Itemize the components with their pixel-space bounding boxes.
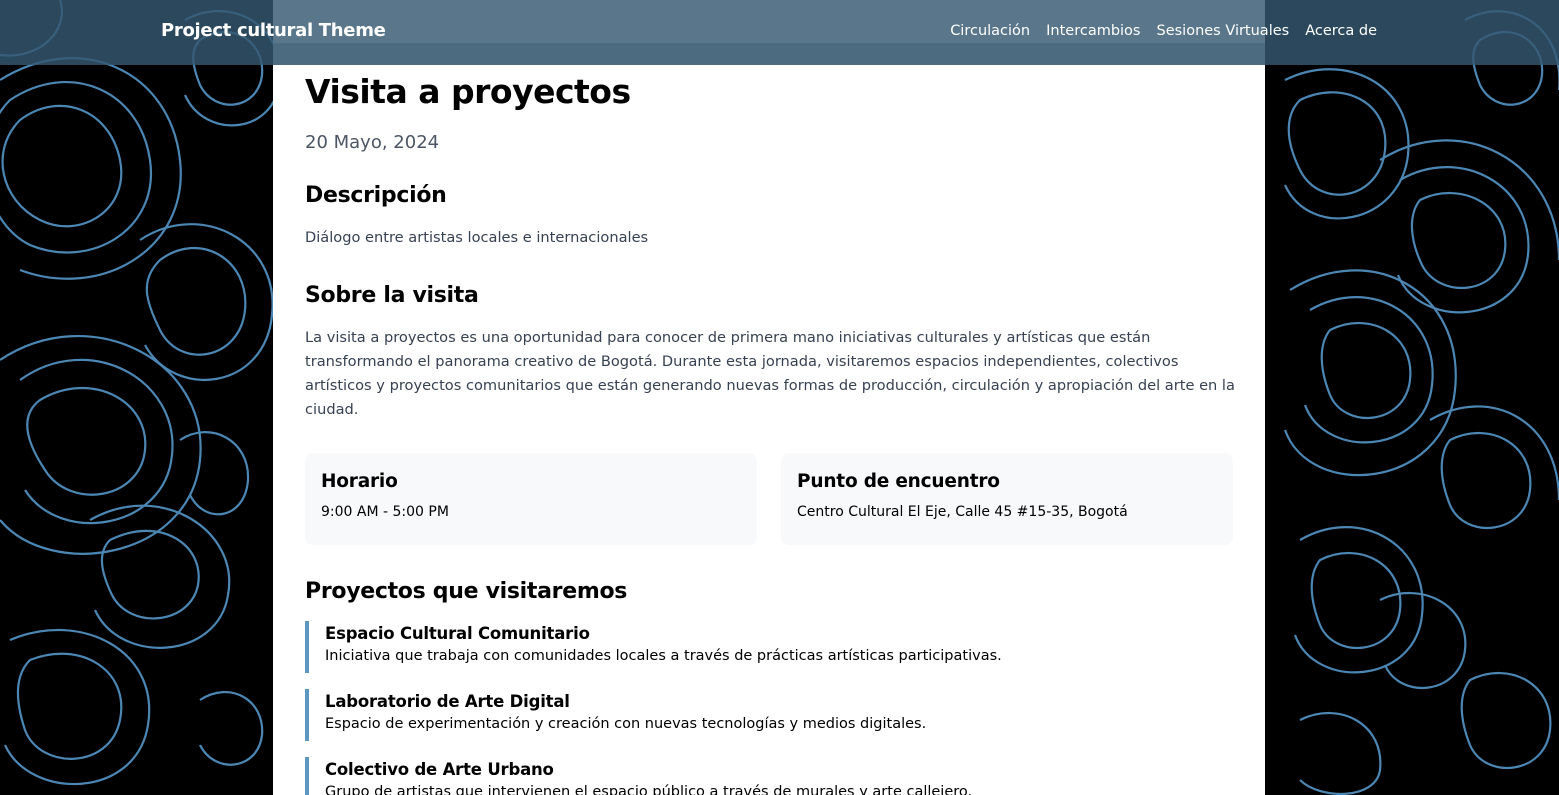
description-heading: Descripción <box>305 183 447 208</box>
event-date: 20 Mayo, 2024 <box>305 132 440 153</box>
main-nav: Circulación Intercambios Sesiones Virtua… <box>950 23 1377 39</box>
meeting-point-box: Punto de encuentro Centro Cultural El Ej… <box>781 453 1233 545</box>
project-name: Espacio Cultural Comunitario <box>325 624 590 643</box>
meeting-point-label: Punto de encuentro <box>797 471 1000 492</box>
project-name: Laboratorio de Arte Digital <box>325 692 570 711</box>
project-item: Laboratorio de Arte Digital Espacio de e… <box>305 689 1205 741</box>
project-description: Espacio de experimentación y creación co… <box>325 716 927 732</box>
nav-link-circulacion[interactable]: Circulación <box>950 23 1030 39</box>
projects-heading: Proyectos que visitaremos <box>305 579 628 604</box>
top-navbar: Project cultural Theme Circulación Inter… <box>0 0 1559 65</box>
about-heading: Sobre la visita <box>305 283 479 308</box>
project-item: Colectivo de Arte Urbano Grupo de artist… <box>305 757 1205 795</box>
nav-link-sesiones-virtuales[interactable]: Sesiones Virtuales <box>1156 23 1289 39</box>
schedule-box: Horario 9:00 AM - 5:00 PM <box>305 453 757 545</box>
meeting-point-value: Centro Cultural El Eje, Calle 45 #15-35,… <box>797 504 1128 520</box>
schedule-label: Horario <box>321 471 398 492</box>
project-description: Iniciativa que trabaja con comunidades l… <box>325 648 1002 664</box>
project-description: Grupo de artistas que intervienen el esp… <box>325 784 973 795</box>
brand-logo[interactable]: Project cultural Theme <box>161 20 386 41</box>
nav-link-intercambios[interactable]: Intercambios <box>1046 23 1140 39</box>
nav-link-acerca-de[interactable]: Acerca de <box>1305 23 1377 39</box>
content-card: Visita a proyectos 20 Mayo, 2024 Descrip… <box>273 0 1265 795</box>
project-item: Espacio Cultural Comunitario Iniciativa … <box>305 621 1205 673</box>
schedule-value: 9:00 AM - 5:00 PM <box>321 504 449 520</box>
about-text: La visita a proyectos es una oportunidad… <box>305 329 1235 418</box>
page-title: Visita a proyectos <box>305 72 631 111</box>
description-text: Diálogo entre artistas locales e interna… <box>305 229 649 246</box>
project-name: Colectivo de Arte Urbano <box>325 760 554 779</box>
